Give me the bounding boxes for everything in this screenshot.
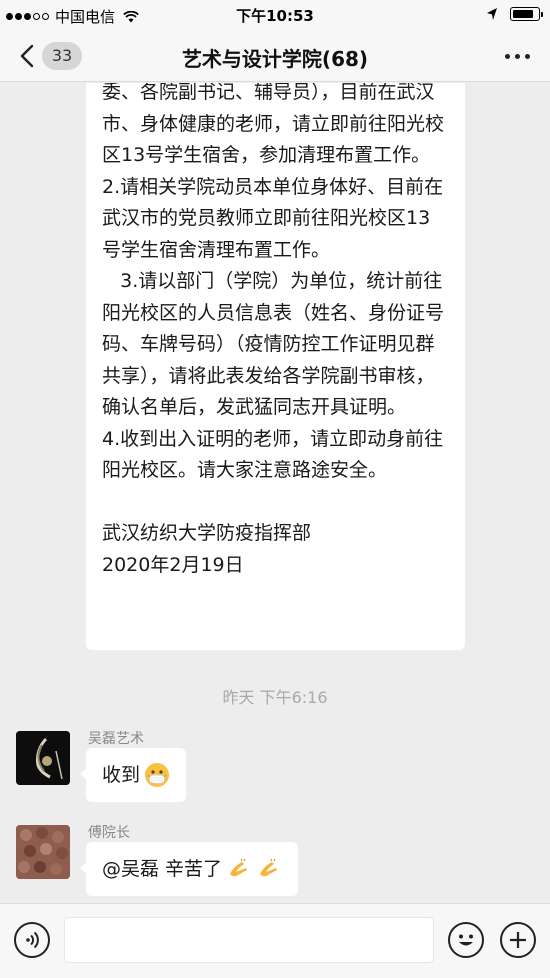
voice-icon[interactable] (14, 922, 50, 958)
status-time: 下午10:53 (236, 7, 314, 25)
clapping-hands-emoji (260, 858, 278, 877)
battery-icon (510, 7, 543, 21)
message-text: @吴磊 辛苦了 (102, 858, 223, 880)
clapping-hands-emoji (230, 858, 248, 877)
more-dots-icon[interactable] (505, 54, 530, 59)
chat-title: 艺术与设计学院(68) (181, 47, 369, 71)
input-bar (0, 903, 550, 978)
time-separator: 昨天 下午6:16 (222, 688, 328, 707)
notice-message-bubble[interactable]: 委、各院副书记、辅导员），目前在武汉市、身体健康的老师，请立即前往阳光校区13号… (86, 83, 465, 650)
status-bar: 中国电信 下午10:53 (0, 0, 550, 30)
chat-header: 33 艺术与设计学院(68) (0, 30, 550, 82)
message-bubble[interactable]: 收到 (79, 748, 187, 802)
message-bubble[interactable]: @吴磊 辛苦了 (79, 842, 299, 896)
mask-face-emoji (145, 763, 170, 787)
avatar[interactable] (16, 731, 70, 785)
location-arrow-icon (487, 8, 497, 20)
status-right (486, 7, 543, 21)
avatar-image (16, 825, 70, 879)
chat-area[interactable]: 委、各院副书记、辅导员），目前在武汉市、身体健康的老师，请立即前往阳光校区13号… (0, 83, 550, 903)
battery-level-fill (513, 10, 533, 18)
sender-name: 吴磊艺术 (88, 731, 144, 747)
sender-name: 傅院长 (88, 825, 130, 841)
message-input[interactable] (64, 917, 434, 963)
smiley-icon[interactable] (448, 922, 484, 958)
avatar[interactable] (16, 825, 70, 879)
message-text: 收到 (102, 764, 141, 786)
plus-icon[interactable] (500, 922, 536, 958)
avatar-image (16, 731, 70, 785)
